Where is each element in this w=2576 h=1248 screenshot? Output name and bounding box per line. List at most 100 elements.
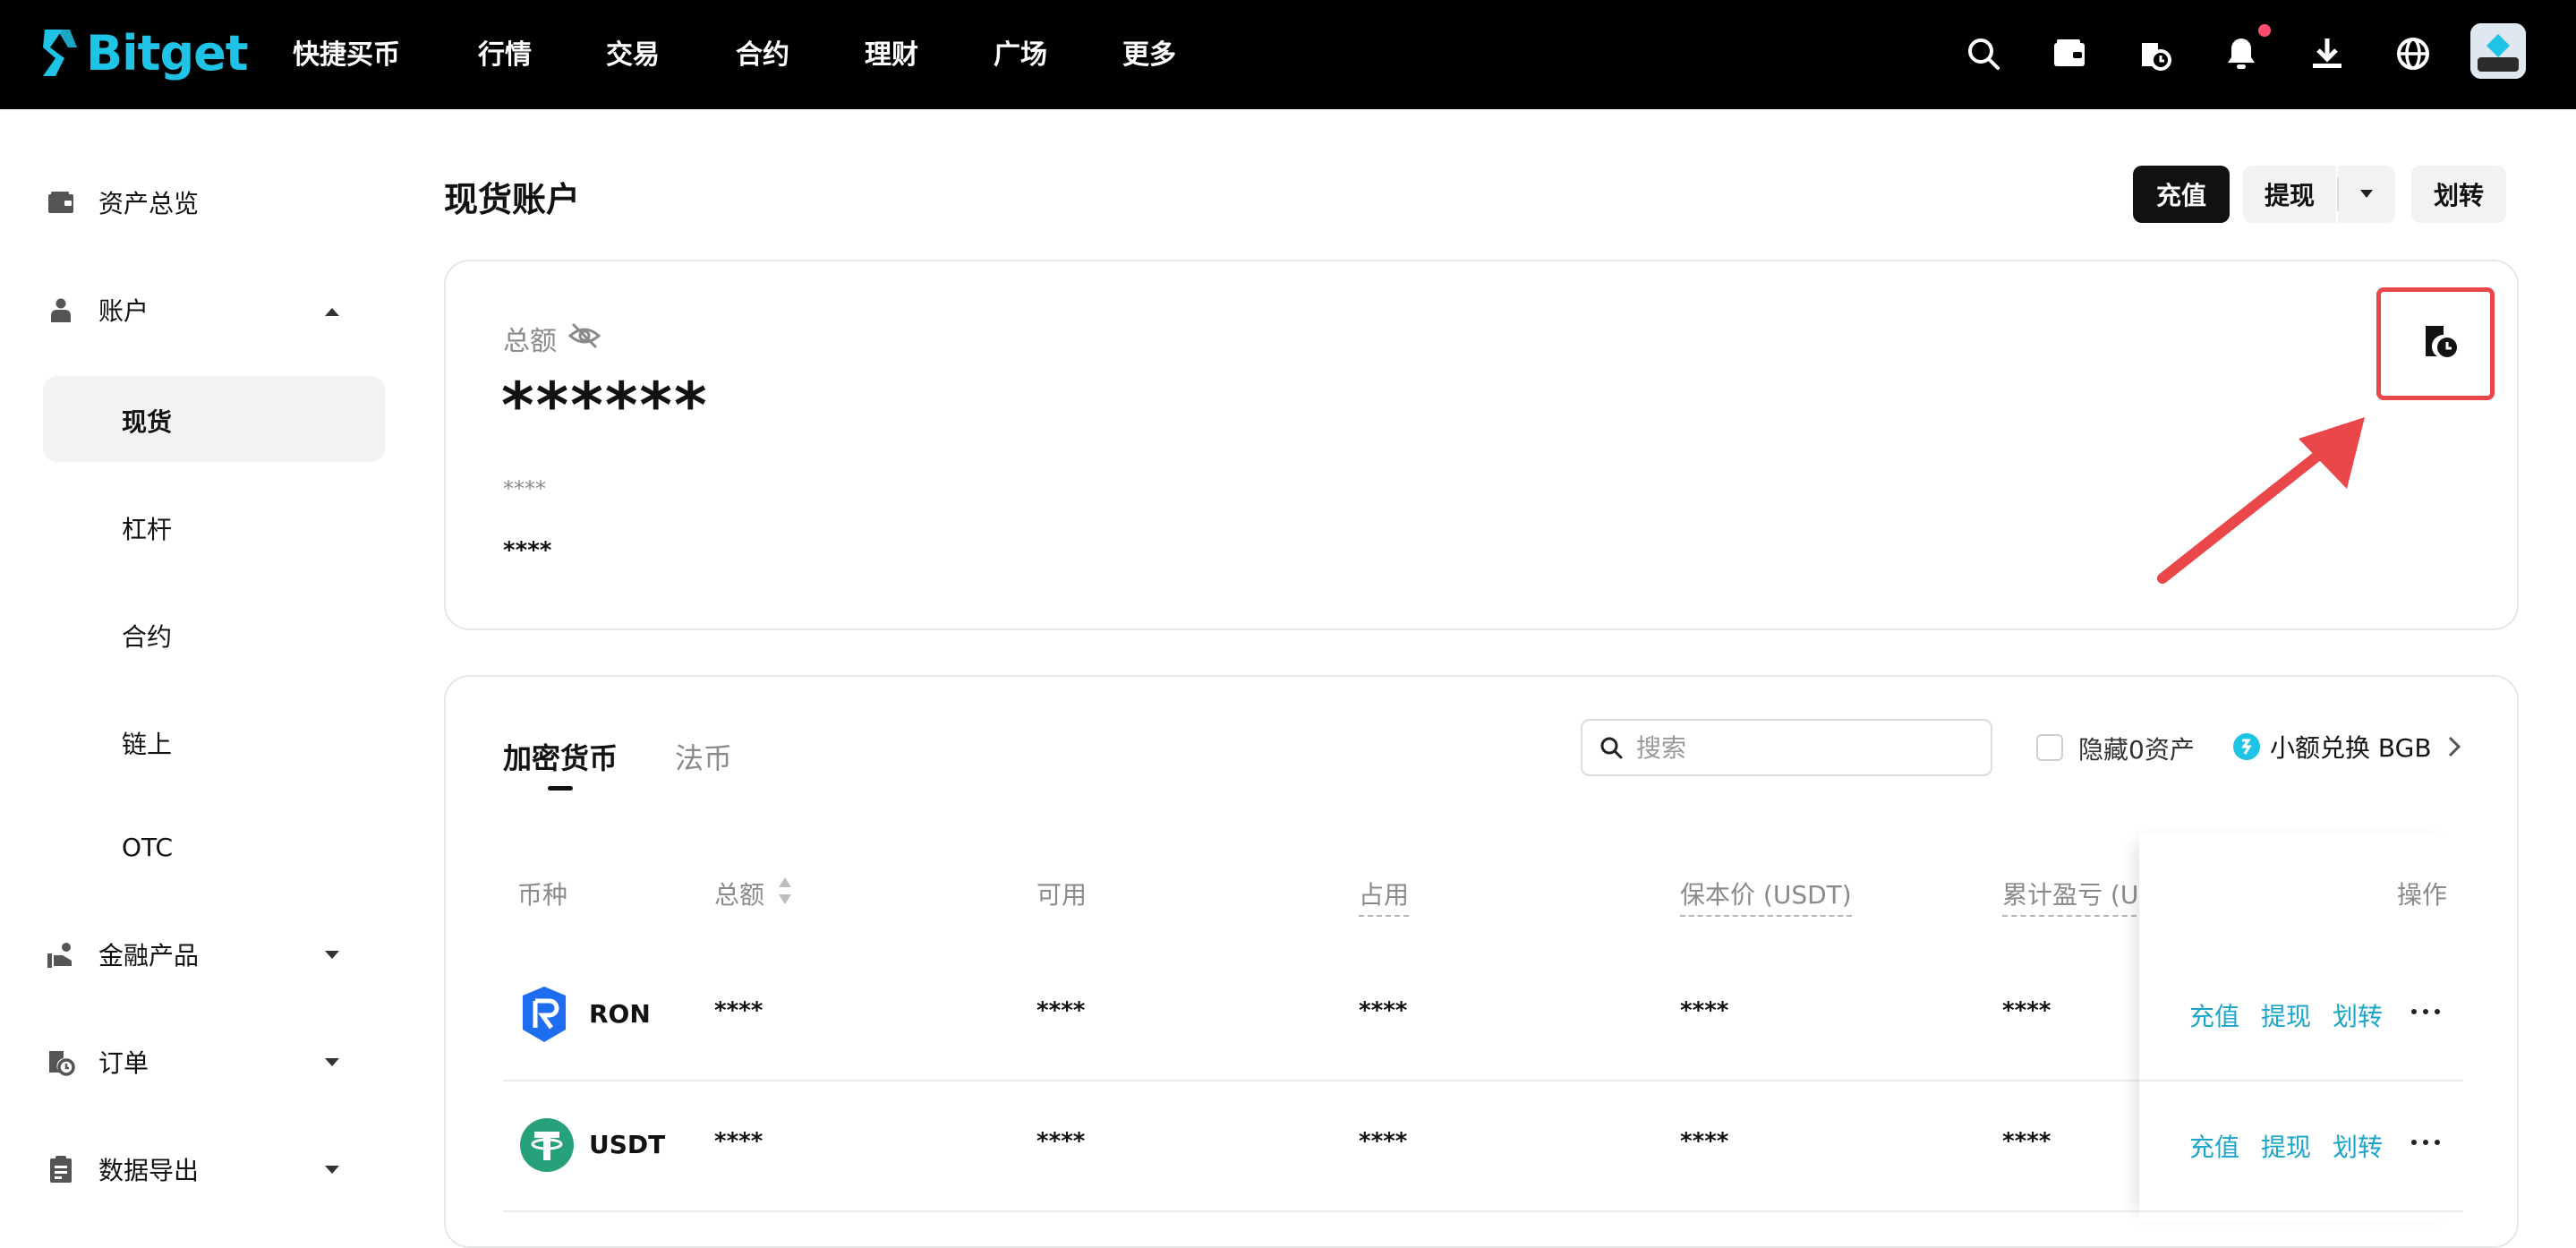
row-divider <box>2139 1210 2463 1212</box>
chevron-down-icon[interactable] <box>324 1165 340 1175</box>
cell-occupied: **** <box>1359 997 1408 1024</box>
active-tab-indicator <box>548 786 573 791</box>
total-label: 总额 <box>503 326 557 357</box>
chevron-down-icon[interactable] <box>324 1057 340 1068</box>
sidebar-subitem-margin[interactable]: 杠杆 <box>122 510 172 546</box>
clipboard-icon <box>43 1151 79 1187</box>
globe-icon[interactable] <box>2393 34 2433 73</box>
caret-down-icon <box>2360 190 2373 198</box>
bell-icon[interactable] <box>2222 34 2261 73</box>
bitget-logo[interactable]: Bitget <box>39 21 249 84</box>
annotation-highlight-box <box>2376 287 2495 400</box>
sidebar-item-data-export[interactable]: 数据导出 <box>43 1126 199 1212</box>
cell-breakeven: **** <box>1680 1128 1729 1155</box>
more-dots-icon[interactable] <box>2410 1006 2442 1017</box>
row-withdraw-link[interactable]: 提现 <box>2261 1128 2311 1164</box>
chevron-right-icon <box>2448 736 2461 757</box>
column-header-breakeven[interactable]: 保本价 (USDT) <box>1680 876 1852 917</box>
sort-icon[interactable] <box>777 876 793 906</box>
sidebar-item-label: 订单 <box>98 1048 149 1078</box>
page-title: 现货账户 <box>444 180 581 219</box>
nav-item-markets[interactable]: 行情 <box>478 32 532 72</box>
sidebar-item-financial-products[interactable]: 金融产品 <box>43 911 199 997</box>
avatar-icon <box>2470 23 2526 79</box>
nav-item-more[interactable]: 更多 <box>1122 32 1176 72</box>
sidebar-item-label: 数据导出 <box>98 1156 200 1185</box>
nav-item-futures[interactable]: 合约 <box>736 32 789 72</box>
column-header-coin: 币种 <box>517 880 568 910</box>
balance-pnl-value: **** <box>503 537 552 564</box>
sidebar-item-account[interactable]: 账户 <box>43 267 149 353</box>
column-header-available: 可用 <box>1036 880 1088 910</box>
row-deposit-link[interactable]: 充值 <box>2189 997 2239 1033</box>
ron-coin-icon <box>523 987 566 1042</box>
row-withdraw-link[interactable]: 提现 <box>2261 997 2311 1033</box>
row-transfer-link[interactable]: 划转 <box>2333 997 2383 1033</box>
small-convert-label: 小额兑换 BGB <box>2270 733 2432 763</box>
avatar[interactable] <box>2470 23 2526 79</box>
brand-name: Bitget <box>86 24 249 81</box>
column-header-total[interactable]: 总额 <box>714 876 764 911</box>
top-navigation-bar: Bitget 快捷买币 行情 交易 合约 理财 广场 更多 <box>0 0 2576 109</box>
sidebar-subitem-futures[interactable]: 合约 <box>122 618 172 654</box>
hide-zero-label: 隐藏0资产 <box>2078 735 2195 765</box>
nav-item-earn[interactable]: 理财 <box>865 32 918 72</box>
cell-available: **** <box>1036 1128 1086 1155</box>
column-header-pnl[interactable]: 累计盈亏 (US <box>2002 876 2137 917</box>
coin-symbol[interactable]: USDT <box>589 1130 665 1159</box>
cell-breakeven: **** <box>1680 997 1729 1024</box>
balance-sub-value: **** <box>503 476 546 501</box>
asset-search-box[interactable] <box>1581 719 1992 776</box>
transfer-button[interactable]: 划转 <box>2411 166 2506 223</box>
button-divider <box>2337 177 2339 211</box>
withdraw-button[interactable]: 提现 <box>2243 166 2336 223</box>
cell-pnl: **** <box>2002 997 2051 1024</box>
sidebar-item-orders[interactable]: 订单 <box>43 1019 149 1105</box>
sidebar-subitem-onchain[interactable]: 链上 <box>122 725 172 761</box>
coin-symbol[interactable]: RON <box>589 999 651 1029</box>
sidebar-subitem-spot[interactable]: 现货 <box>122 403 172 439</box>
search-icon <box>1600 737 1623 759</box>
chevron-down-icon[interactable] <box>324 950 340 961</box>
wallet-icon <box>43 184 79 220</box>
cell-total: **** <box>714 997 763 1024</box>
user-icon <box>43 292 79 328</box>
sidebar-subitem-otc[interactable]: OTC <box>122 833 173 862</box>
row-divider <box>2139 1080 2463 1081</box>
total-balance-value: ****** <box>501 369 709 442</box>
deposit-button[interactable]: 充值 <box>2133 166 2230 223</box>
tab-fiat[interactable]: 法币 <box>675 736 732 777</box>
more-dots-icon[interactable] <box>2410 1137 2442 1148</box>
cell-total: **** <box>714 1128 763 1155</box>
sidebar-item-asset-overview[interactable]: 资产总览 <box>43 159 199 245</box>
sidebar-item-label: 金融产品 <box>98 941 200 970</box>
withdraw-dropdown-button[interactable] <box>2338 166 2395 223</box>
row-transfer-link[interactable]: 划转 <box>2333 1128 2383 1164</box>
sidebar-item-label: 账户 <box>98 296 149 326</box>
column-header-occupied[interactable]: 占用 <box>1359 876 1410 917</box>
eye-off-icon[interactable] <box>567 321 601 351</box>
tab-crypto[interactable]: 加密货币 <box>503 736 618 777</box>
order-icon <box>43 1044 79 1080</box>
download-icon[interactable] <box>2307 34 2347 73</box>
search-icon[interactable] <box>1964 34 2003 73</box>
notification-dot <box>2258 24 2271 37</box>
search-input[interactable] <box>1634 731 1978 764</box>
sidebar-active-highlight <box>43 376 385 462</box>
nav-item-trade[interactable]: 交易 <box>606 32 660 72</box>
usdt-coin-icon <box>520 1118 574 1172</box>
hide-zero-checkbox[interactable] <box>2036 734 2063 761</box>
chevron-up-icon[interactable] <box>324 306 340 317</box>
annotation-arrow <box>2157 417 2365 584</box>
small-convert-link[interactable]: 小额兑换 BGB <box>2232 720 2461 774</box>
nav-item-quick-buy[interactable]: 快捷买币 <box>293 32 400 72</box>
bgb-coin-icon <box>2233 733 2260 760</box>
cell-pnl: **** <box>2002 1128 2051 1155</box>
cell-occupied: **** <box>1359 1128 1408 1155</box>
asset-history-icon[interactable] <box>2135 34 2174 73</box>
wallet-icon[interactable] <box>2050 34 2089 73</box>
cell-available: **** <box>1036 997 1086 1024</box>
row-deposit-link[interactable]: 充值 <box>2189 1128 2239 1164</box>
finance-icon <box>43 936 79 972</box>
nav-item-square[interactable]: 广场 <box>994 32 1047 72</box>
